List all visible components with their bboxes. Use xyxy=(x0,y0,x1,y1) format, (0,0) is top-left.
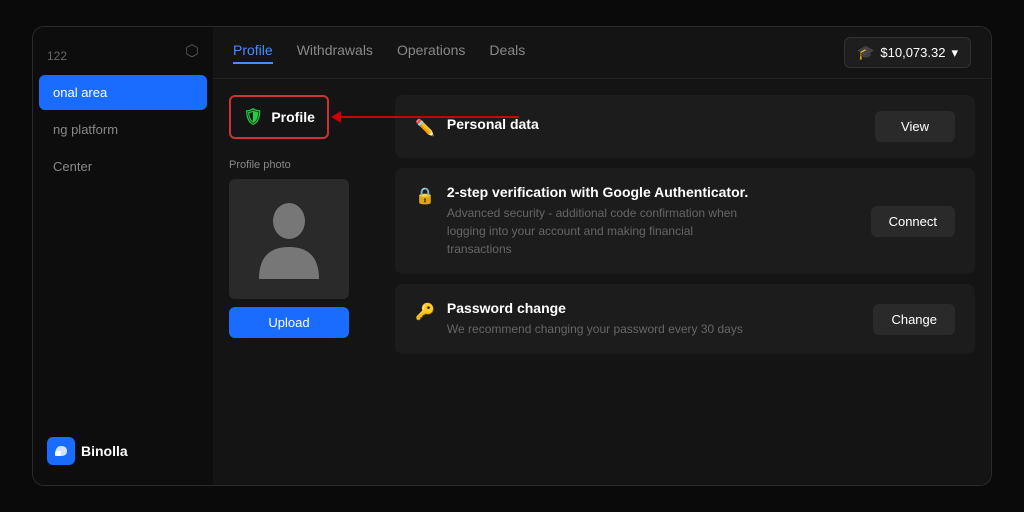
balance-icon: 🎓 xyxy=(857,44,874,61)
profile-photo-area: Profile photo Upload xyxy=(229,159,379,338)
tab-deals[interactable]: Deals xyxy=(489,42,525,64)
avatar-box xyxy=(229,179,349,299)
personal-data-left: ✏️ Personal data xyxy=(415,116,539,138)
change-button[interactable]: Change xyxy=(873,304,955,335)
password-change-desc: We recommend changing your password ever… xyxy=(447,320,743,338)
balance-button[interactable]: 🎓 $10,073.32 ▾ xyxy=(844,37,971,68)
connect-button[interactable]: Connect xyxy=(871,206,955,237)
two-step-left: 🔒 2-step verification with Google Authen… xyxy=(415,184,748,258)
binolla-icon-shape xyxy=(47,437,75,465)
sidebar-item-trading-platform[interactable]: ng platform xyxy=(39,112,207,147)
tab-profile[interactable]: Profile xyxy=(233,42,273,64)
personal-data-card: ✏️ Personal data View xyxy=(395,95,975,158)
key-icon: 🔑 xyxy=(415,302,435,322)
balance-amount: $10,073.32 xyxy=(880,45,945,60)
top-bar: Profile Withdrawals Operations Deals 🎓 $… xyxy=(213,27,991,79)
two-step-verification-card: 🔒 2-step verification with Google Authen… xyxy=(395,168,975,274)
two-step-text: 2-step verification with Google Authenti… xyxy=(447,184,748,258)
left-panel: 🛡 Profile Profile photo xyxy=(229,95,379,469)
exit-icon[interactable]: ⬡ xyxy=(185,41,199,61)
shield-icon: 🛡 xyxy=(243,107,263,127)
two-step-desc: Advanced security - additional code conf… xyxy=(447,204,747,258)
profile-photo-label: Profile photo xyxy=(229,159,379,171)
sidebar-item-personal-area[interactable]: onal area xyxy=(39,75,207,110)
sidebar-item-help-center[interactable]: Center xyxy=(39,149,207,184)
tab-operations[interactable]: Operations xyxy=(397,42,465,64)
password-change-title: Password change xyxy=(447,300,743,316)
tabs: Profile Withdrawals Operations Deals xyxy=(233,42,525,64)
app-container: 122 ⬡ onal area ng platform Center Binol… xyxy=(32,26,992,486)
avatar-silhouette xyxy=(254,199,324,279)
password-change-text: Password change We recommend changing yo… xyxy=(447,300,743,338)
upload-button[interactable]: Upload xyxy=(229,307,349,338)
content-area: 🛡 Profile Profile photo xyxy=(213,79,991,485)
profile-section-button[interactable]: 🛡 Profile xyxy=(229,95,329,139)
sidebar: 122 ⬡ onal area ng platform Center Binol… xyxy=(33,27,213,485)
password-change-card: 🔑 Password change We recommend changing … xyxy=(395,284,975,354)
main-content: Profile Withdrawals Operations Deals 🎓 $… xyxy=(213,27,991,485)
balance-dropdown-icon: ▾ xyxy=(951,45,958,61)
pencil-icon: ✏️ xyxy=(415,118,435,138)
two-step-title: 2-step verification with Google Authenti… xyxy=(447,184,748,200)
view-button[interactable]: View xyxy=(875,111,955,142)
binolla-brand-text: Binolla xyxy=(81,443,128,459)
tab-withdrawals[interactable]: Withdrawals xyxy=(297,42,373,64)
right-panel: ✏️ Personal data View 🔒 2-step verificat… xyxy=(395,95,975,469)
red-arrow-indicator xyxy=(339,116,519,118)
lock-icon: 🔒 xyxy=(415,186,435,206)
sidebar-logo: Binolla xyxy=(47,437,128,465)
sidebar-nav: 122 ⬡ onal area ng platform Center xyxy=(33,27,213,485)
profile-btn-label: Profile xyxy=(271,109,315,125)
password-change-left: 🔑 Password change We recommend changing … xyxy=(415,300,743,338)
